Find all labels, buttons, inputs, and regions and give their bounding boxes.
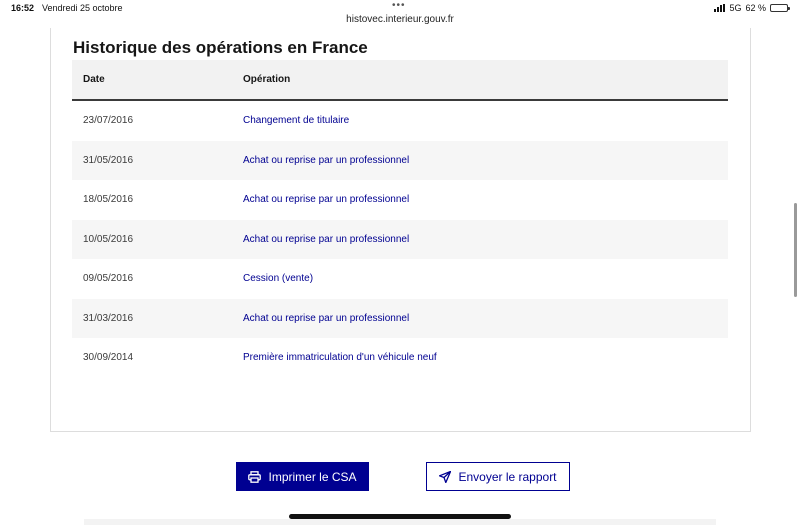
table-row: 09/05/2016 Cession (vente) <box>72 259 728 299</box>
table-row: 31/05/2016 Achat ou reprise par un profe… <box>72 140 728 180</box>
paper-plane-icon <box>439 470 452 483</box>
row-operation: Achat ou reprise par un professionnel <box>243 312 410 324</box>
column-header-date: Date <box>83 74 105 85</box>
url-bar[interactable]: histovec.interieur.gouv.fr <box>0 14 800 25</box>
print-csa-label: Imprimer le CSA <box>268 469 357 484</box>
row-operation: Achat ou reprise par un professionnel <box>243 194 410 206</box>
operations-table: Date Opération 23/07/2016 Changement de … <box>72 60 728 378</box>
table-row: 30/09/2014 Première immatriculation d'un… <box>72 338 728 378</box>
row-operation: Première immatriculation d'un véhicule n… <box>243 352 437 364</box>
battery-icon <box>770 4 790 12</box>
row-operation: Achat ou reprise par un professionnel <box>243 154 410 166</box>
row-operation: Achat ou reprise par un professionnel <box>243 233 410 245</box>
status-time: 16:52 <box>11 3 35 13</box>
battery-percent: 62 % <box>745 3 766 13</box>
row-date: 10/05/2016 <box>83 233 134 245</box>
row-date: 30/09/2014 <box>83 352 134 364</box>
section-title: Historique des opérations en France <box>73 38 368 57</box>
next-section-edge <box>84 519 716 525</box>
table-body: 23/07/2016 Changement de titulaire 31/05… <box>72 101 728 378</box>
send-report-label: Envoyer le rapport <box>458 469 557 484</box>
printer-icon <box>248 470 262 483</box>
row-operation: Cession (vente) <box>243 273 314 285</box>
status-date: Vendredi 25 octobre <box>42 3 123 13</box>
row-date: 23/07/2016 <box>83 115 134 127</box>
home-indicator[interactable] <box>289 514 511 519</box>
table-row: 18/05/2016 Achat ou reprise par un profe… <box>72 180 728 220</box>
row-date: 31/03/2016 <box>83 312 134 324</box>
print-csa-button[interactable]: Imprimer le CSA <box>236 462 369 491</box>
send-report-button[interactable]: Envoyer le rapport <box>426 462 570 491</box>
scrollbar-thumb[interactable] <box>794 203 797 297</box>
table-row: 23/07/2016 Changement de titulaire <box>72 101 728 141</box>
signal-icon <box>714 4 726 12</box>
table-row: 31/03/2016 Achat ou reprise par un profe… <box>72 298 728 338</box>
column-header-operation: Opération <box>243 74 291 85</box>
row-date: 31/05/2016 <box>83 154 134 166</box>
multitask-dots-icon[interactable]: ••• <box>392 0 406 11</box>
status-right: 5G 62 % <box>714 3 790 13</box>
row-date: 09/05/2016 <box>83 273 134 285</box>
network-label: 5G <box>729 3 742 13</box>
row-date: 18/05/2016 <box>83 194 134 206</box>
table-header: Date Opération <box>72 60 728 101</box>
row-operation: Changement de titulaire <box>243 115 350 127</box>
table-row: 10/05/2016 Achat ou reprise par un profe… <box>72 219 728 259</box>
